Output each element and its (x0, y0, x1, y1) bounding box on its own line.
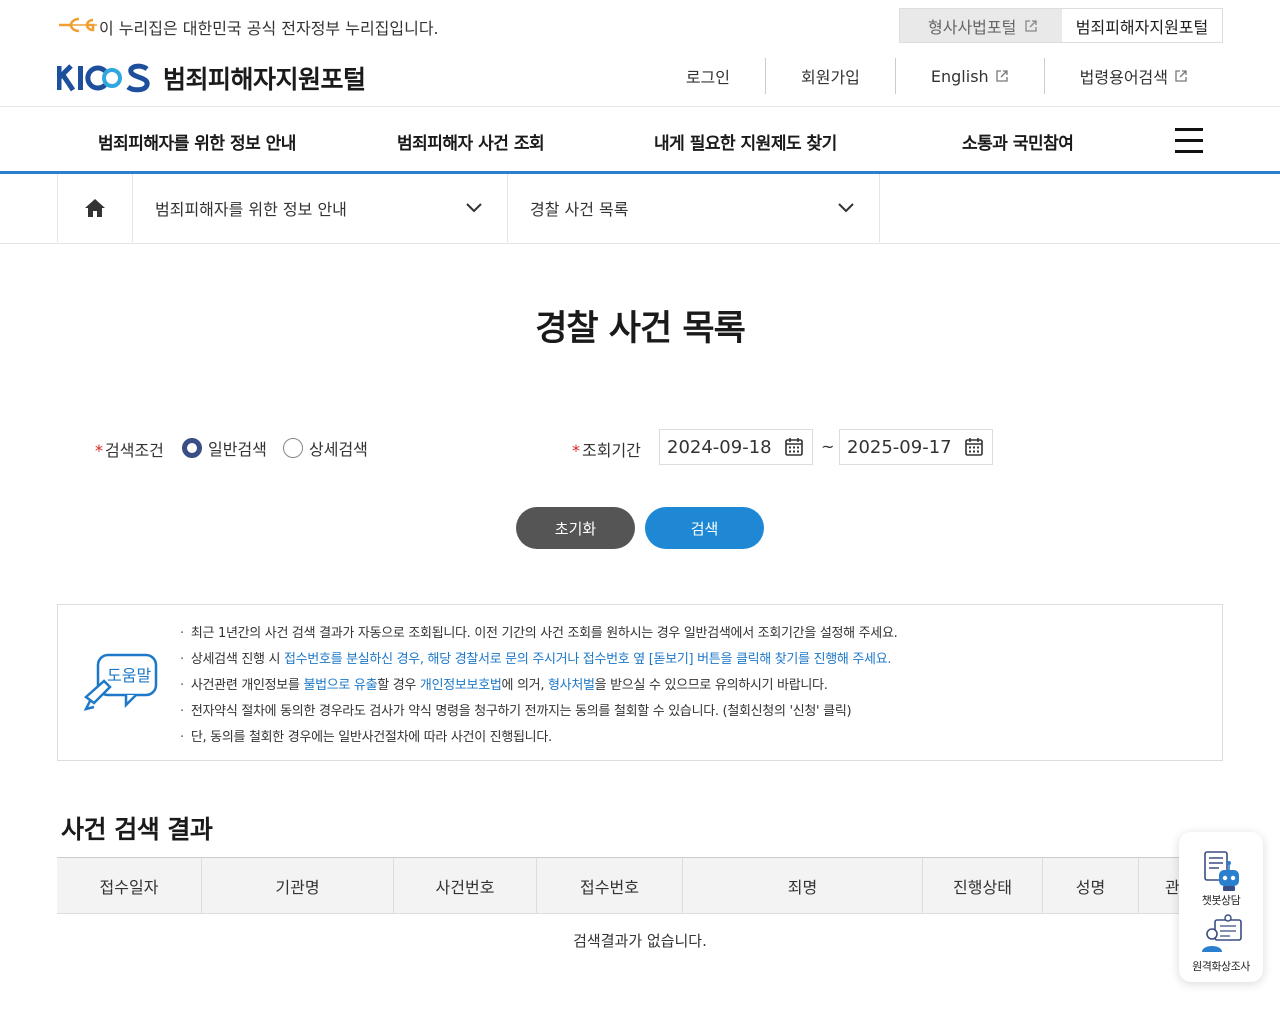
util-label: 로그인 (685, 68, 730, 87)
portal-link-label: 범죄피해자지원포털 (1075, 17, 1209, 37)
breadcrumb-level1-label: 범죄피해자를 위한 정보 안내 (155, 200, 347, 219)
portal-links: 형사사법포털 범죄피해자지원포털 (899, 8, 1223, 43)
util-label: 회원가입 (801, 68, 860, 87)
date-to-value: 2025-09-17 (847, 436, 952, 458)
search-button[interactable]: 검색 (645, 507, 764, 549)
brand-home-link[interactable]: 범죄피해자지원포털 (57, 60, 366, 96)
column-header: 진행상태 (923, 858, 1043, 913)
date-to-input[interactable]: 2025-09-17 (839, 429, 993, 465)
radio-general-search[interactable]: 일반검색 (182, 436, 267, 460)
radio-detail-search[interactable]: 상세검색 (283, 436, 368, 460)
help-list: 최근 1년간의 사건 검색 결과가 자동으로 조회됩니다. 이전 기간의 사건 … (180, 621, 898, 751)
breadcrumb-level2-dropdown[interactable]: 경찰 사건 목록 (508, 174, 880, 242)
gov-banner: 이 누리집은 대한민국 공식 전자정부 누리집입니다. 형사사법포털 범죄피해자… (0, 0, 1280, 50)
home-icon (85, 199, 105, 217)
help-item: 상세검색 진행 시 접수번호를 분실하신 경우, 해당 경찰서로 문의 주시거나… (180, 647, 897, 673)
chatbot-icon (1204, 851, 1239, 891)
results-title: 사건 검색 결과 (61, 815, 213, 844)
date-from-input[interactable]: 2024-09-18 (659, 429, 813, 465)
help-text-highlight: 불법으로 유출 (303, 678, 378, 693)
hamburger-menu-icon[interactable] (1175, 128, 1203, 154)
egov-logo-icon (59, 17, 97, 33)
date-from-value: 2024-09-18 (667, 436, 772, 458)
gnb-item-participation[interactable]: 소통과 국민참여 (962, 129, 1074, 154)
help-icon-label: 도움말 (107, 666, 151, 685)
chatbot-label: 챗봇상담 (1201, 894, 1241, 907)
external-link-icon (1025, 19, 1037, 32)
utility-menu: 로그인 회원가입 English 법령용어검색 (651, 58, 1223, 94)
util-label: 법령용어검색 (1079, 68, 1168, 87)
main-navigation: 범죄피해자를 위한 정보 안내 범죄피해자 사건 조회 내게 필요한 지원제도 … (0, 107, 1280, 174)
radio-general-label: 일반검색 (208, 440, 267, 459)
help-item: 최근 1년간의 사건 검색 결과가 자동으로 조회됩니다. 이전 기간의 사건 … (180, 621, 898, 647)
signup-link[interactable]: 회원가입 (765, 58, 895, 94)
help-text: 할 경우 (377, 678, 420, 693)
help-text: 단, 동의를 철회한 경우에는 일반사건절차에 따라 사건이 진행됩니다. (190, 730, 552, 745)
search-condition-text: 검색조건 (105, 441, 164, 460)
video-investigation-label: 원격화상조사 (1192, 960, 1250, 973)
gov-banner-text: 이 누리집은 대한민국 공식 전자정부 누리집입니다. (99, 19, 439, 38)
required-mark: * (95, 441, 103, 460)
column-header: 죄명 (683, 858, 923, 913)
kics-logo (57, 63, 150, 93)
help-text-highlight: 접수번호를 분실하신 경우, 해당 경찰서로 문의 주시거나 접수번호 옆 [돋… (283, 652, 892, 667)
help-box: 도움말 최근 1년간의 사건 검색 결과가 자동으로 조회됩니다. 이전 기간의… (57, 604, 1223, 761)
victim-support-portal-link[interactable]: 범죄피해자지원포털 (1062, 9, 1222, 42)
breadcrumb-level2-label: 경찰 사건 목록 (530, 200, 629, 219)
criminal-justice-portal-link[interactable]: 형사사법포털 (900, 9, 1062, 42)
chatbot-button[interactable]: 챗봇상담 (1179, 850, 1263, 908)
empty-results-message: 검색결과가 없습니다. (573, 932, 707, 950)
column-header: 성명 (1043, 858, 1139, 913)
help-text: 전자약식 절차에 동의한 경우라도 검사가 약식 명령을 청구하기 전까지는 동… (190, 704, 852, 719)
results-table-header: 접수일자 기관명 사건번호 접수번호 죄명 진행상태 성명 관 (57, 857, 1223, 914)
help-text: 을 받으실 수 있으므로 유의하시기 바랍니다. (594, 678, 828, 693)
help-text: 최근 1년간의 사건 검색 결과가 자동으로 조회됩니다. 이전 기간의 사건 … (190, 626, 898, 641)
search-condition-label: * 검색조건 (95, 437, 164, 461)
help-item: 사건관련 개인정보를 불법으로 유출할 경우 개인정보보호법에 의거, 형사처벌… (180, 673, 897, 699)
calendar-icon[interactable] (784, 437, 804, 457)
help-text-highlight: 형사처벌 (548, 678, 595, 693)
column-header: 접수번호 (537, 858, 683, 913)
video-call-icon (1202, 914, 1242, 952)
gnb-item-victim-info[interactable]: 범죄피해자를 위한 정보 안내 (98, 129, 296, 154)
radio-detail-label: 상세검색 (309, 440, 368, 459)
brand-name: 범죄피해자지원포털 (163, 65, 366, 94)
help-item: 전자약식 절차에 동의한 경우라도 검사가 약식 명령을 청구하기 전까지는 동… (180, 699, 897, 725)
english-link[interactable]: English (894, 58, 1044, 94)
util-label: English (930, 66, 989, 86)
calendar-icon[interactable] (964, 437, 984, 457)
gnb-item-find-support[interactable]: 내게 필요한 지원제도 찾기 (654, 129, 837, 154)
date-range-separator: ~ (821, 437, 835, 456)
column-header: 접수일자 (57, 858, 202, 913)
breadcrumb-level1-dropdown[interactable]: 범죄피해자를 위한 정보 안내 (133, 174, 508, 242)
video-investigation-button[interactable]: 원격화상조사 (1179, 912, 1263, 974)
home-button[interactable] (57, 174, 133, 242)
help-text-highlight: 개인정보보호법 (419, 678, 502, 693)
help-text: 사건관련 개인정보를 (190, 678, 304, 693)
chevron-down-icon (466, 203, 482, 213)
search-period-text: 조회기간 (582, 441, 641, 460)
column-header: 기관명 (202, 858, 394, 913)
breadcrumb: 범죄피해자를 위한 정보 안내 경찰 사건 목록 (0, 174, 1280, 244)
chevron-down-icon (838, 203, 854, 213)
external-link-icon (1175, 70, 1187, 82)
legal-terms-search-link[interactable]: 법령용어검색 (1043, 58, 1223, 94)
radio-detail-indicator[interactable] (283, 438, 303, 458)
search-period-label: * 조회기간 (572, 437, 641, 461)
radio-general-indicator[interactable] (182, 438, 202, 458)
gnb-item-case-lookup[interactable]: 범죄피해자 사건 조회 (397, 129, 545, 154)
quick-menu: 챗봇상담 원격화상조사 (1179, 832, 1263, 982)
help-text: 상세검색 진행 시 (190, 652, 284, 667)
required-mark: * (572, 441, 580, 460)
external-link-icon (996, 70, 1008, 82)
help-megaphone-icon: 도움말 (83, 653, 158, 711)
help-item: 단, 동의를 철회한 경우에는 일반사건절차에 따라 사건이 진행됩니다. (180, 725, 897, 751)
column-header: 사건번호 (394, 858, 537, 913)
login-link[interactable]: 로그인 (651, 58, 765, 94)
site-header: 범죄피해자지원포털 로그인 회원가입 English 법령용어검색 (0, 50, 1280, 107)
page-title: 경찰 사건 목록 (535, 309, 746, 349)
reset-button[interactable]: 초기화 (516, 507, 635, 549)
portal-link-label: 형사사법포털 (928, 17, 1017, 37)
help-text: 에 의거, (501, 678, 549, 693)
